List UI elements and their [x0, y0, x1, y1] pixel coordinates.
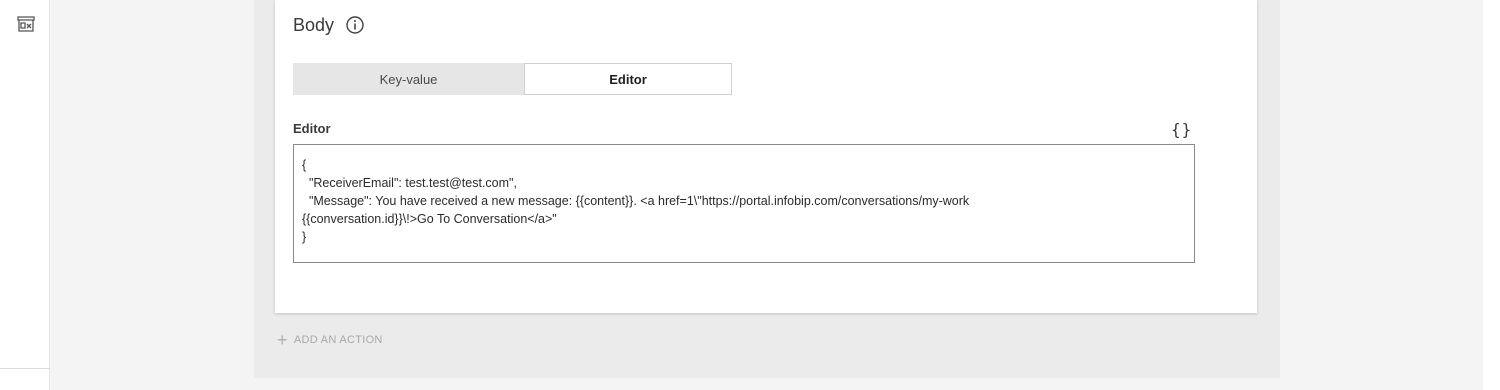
format-json-icon[interactable]: {} [1171, 120, 1192, 139]
json-editor[interactable]: { "ReceiverEmail": test.test@test.com", … [293, 144, 1195, 263]
editor-line: { [302, 158, 307, 172]
sidebar-divider [0, 368, 50, 369]
editor-line: {{conversation.id}}\!>Go To Conversation… [302, 212, 557, 226]
info-icon[interactable] [346, 16, 364, 34]
add-action-button[interactable]: + ADD AN ACTION [277, 330, 383, 350]
editor-line: } [302, 230, 307, 244]
add-action-label: ADD AN ACTION [293, 334, 383, 346]
tab-key-value[interactable]: Key-value [293, 63, 524, 95]
sidebar [0, 0, 50, 390]
body-card: Body Key-value Editor Editor {} { "Recei… [275, 0, 1257, 313]
store-icon[interactable] [16, 14, 36, 34]
body-mode-toggle: Key-value Editor [293, 63, 732, 95]
editor-line: "Message": You have received a new messa… [302, 194, 970, 208]
plus-icon: + [277, 330, 288, 350]
tab-editor[interactable]: Editor [524, 63, 732, 95]
editor-label: Editor [293, 121, 331, 136]
editor-line: "ReceiverEmail": test.test@test.com", [302, 176, 517, 190]
body-title: Body [293, 15, 335, 35]
right-panel-edge [1483, 0, 1500, 390]
